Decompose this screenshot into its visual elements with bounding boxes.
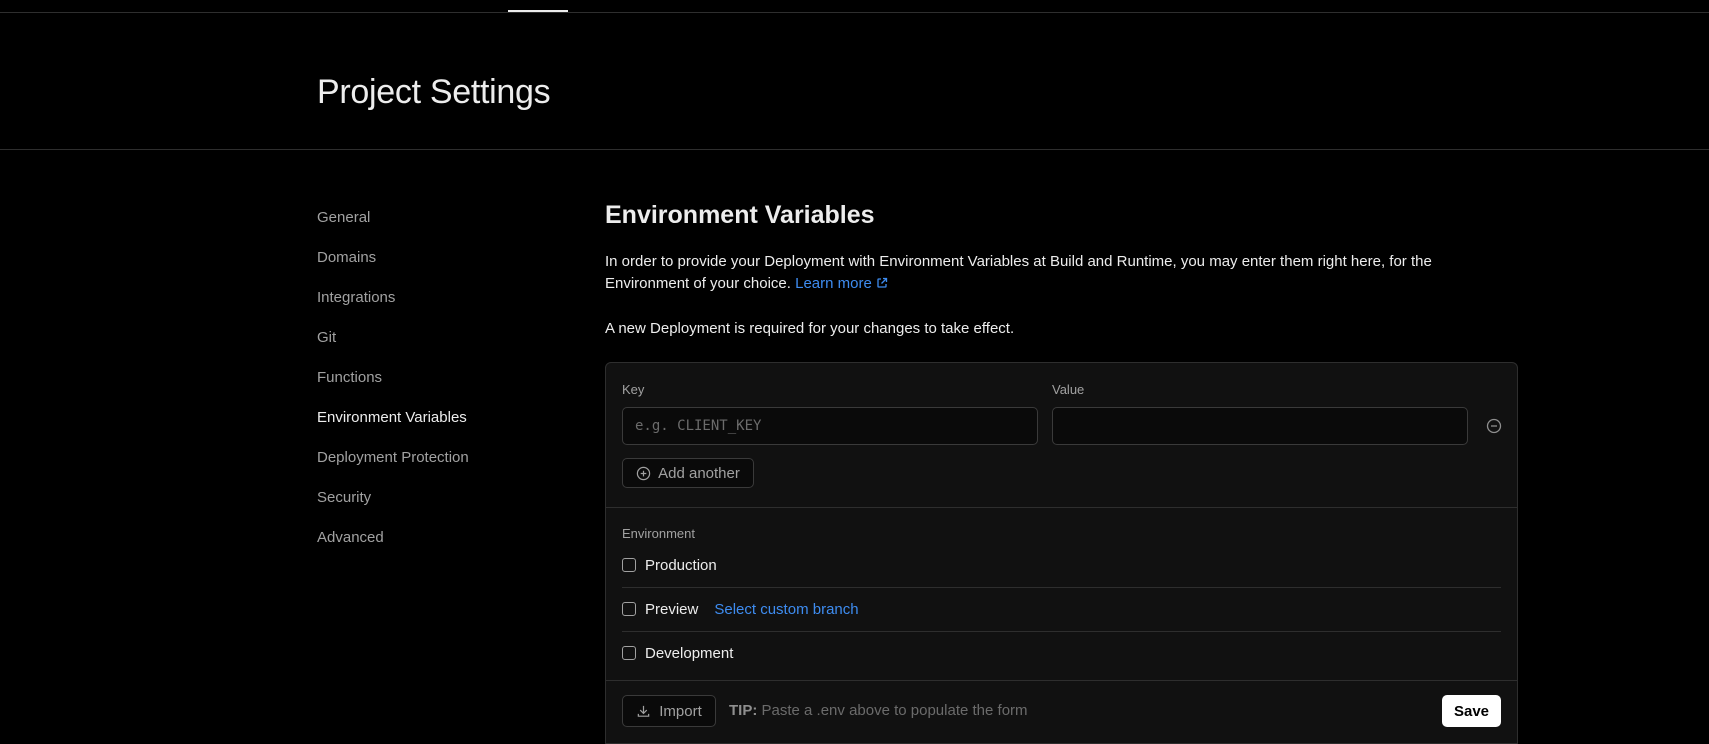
add-another-button[interactable]: Add another [622, 458, 754, 488]
external-link-icon [877, 277, 887, 288]
sidebar-item-functions[interactable]: Functions [317, 366, 469, 406]
page-header: Project Settings [0, 13, 1709, 150]
sidebar-item-advanced[interactable]: Advanced [317, 526, 469, 566]
active-tab-indicator [508, 10, 568, 12]
tip-prefix: TIP: [729, 702, 758, 719]
development-checkbox[interactable] [622, 646, 636, 660]
import-tip: TIP: Paste a .env above to populate the … [729, 702, 1028, 719]
env-row-development: Development [622, 631, 1501, 675]
sidebar-item-integrations[interactable]: Integrations [317, 286, 469, 326]
environment-label: Environment [622, 526, 695, 541]
page-title: Project Settings [317, 73, 551, 111]
development-label: Development [645, 644, 734, 662]
production-checkbox[interactable] [622, 558, 636, 572]
env-row-production: Production [622, 543, 1501, 588]
learn-more-label: Learn more [795, 275, 872, 292]
value-input[interactable] [1052, 407, 1468, 445]
import-button[interactable]: Import [622, 695, 716, 727]
sidebar-item-git[interactable]: Git [317, 326, 469, 366]
preview-checkbox[interactable] [622, 602, 636, 616]
remove-row-icon[interactable] [1485, 417, 1503, 435]
preview-label: Preview [645, 600, 699, 618]
select-custom-branch-link[interactable]: Select custom branch [714, 601, 858, 618]
sidebar-item-general[interactable]: General [317, 206, 469, 246]
settings-sidebar: General Domains Integrations Git Functio… [317, 206, 469, 566]
form-divider [606, 507, 1517, 508]
section-title: Environment Variables [605, 201, 875, 229]
learn-more-link[interactable]: Learn more [795, 275, 888, 292]
plus-circle-icon [636, 466, 651, 480]
sidebar-item-security[interactable]: Security [317, 486, 469, 526]
key-label: Key [622, 382, 645, 397]
environment-variables-section: Environment Variables In order to provid… [605, 198, 1518, 340]
sidebar-item-deployment-protection[interactable]: Deployment Protection [317, 446, 469, 486]
import-label: Import [659, 702, 702, 720]
section-description: In order to provide your Deployment with… [605, 251, 1518, 295]
add-another-label: Add another [658, 464, 740, 482]
key-input[interactable] [622, 407, 1038, 445]
redeploy-note: A new Deployment is required for your ch… [605, 320, 1015, 337]
save-button[interactable]: Save [1442, 695, 1501, 727]
env-row-preview: Preview Select custom branch [622, 587, 1501, 632]
form-footer: Import TIP: Paste a .env above to popula… [606, 680, 1517, 744]
tip-text: Paste a .env above to populate the form [761, 702, 1028, 719]
value-label: Value [1052, 382, 1085, 397]
sidebar-item-environment-variables[interactable]: Environment Variables [317, 406, 469, 446]
env-var-form: Key Value Add another Environment Produc… [605, 362, 1518, 744]
production-label: Production [645, 556, 717, 574]
description-text: In order to provide your Deployment with… [605, 253, 1432, 292]
top-nav-bar [0, 0, 1709, 13]
sidebar-item-domains[interactable]: Domains [317, 246, 469, 286]
download-icon [637, 705, 650, 717]
